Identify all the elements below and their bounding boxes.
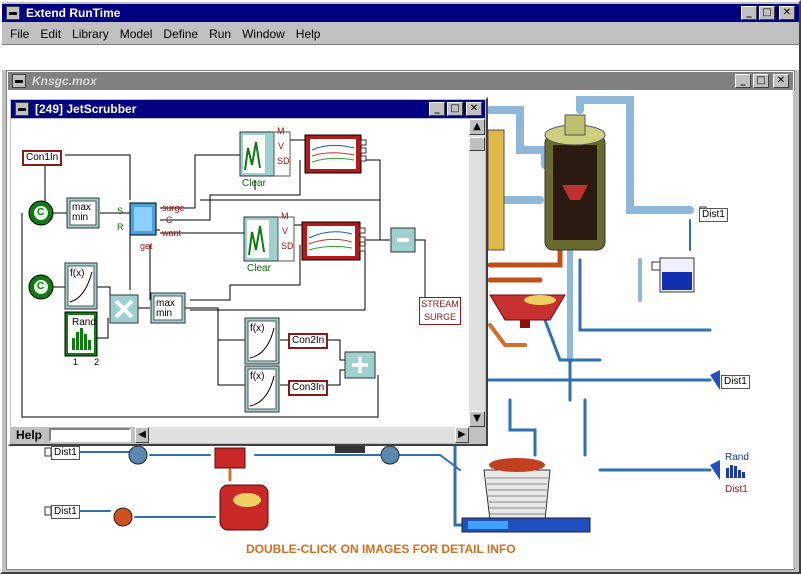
sub-minimize-icon[interactable]: _ — [429, 102, 445, 116]
port-s-label: S — [117, 206, 124, 216]
plotter-block-1[interactable] — [304, 134, 367, 174]
dist-label-right-mid[interactable]: Dist1 — [721, 375, 750, 389]
stat1-m-label: M — [277, 126, 285, 136]
add-block[interactable] — [344, 351, 376, 379]
rand-block-label: Rand — [72, 317, 96, 328]
app-title: Extend RunTime — [26, 6, 121, 20]
close-icon[interactable]: ✕ — [779, 6, 795, 20]
system-menu-icon[interactable] — [6, 6, 20, 20]
clear2-label[interactable]: Clear — [247, 263, 271, 274]
model-window-titlebar: Knsgc.mox _ □ ✕ — [8, 72, 793, 90]
menu-file[interactable]: File — [10, 27, 29, 41]
port-c-label: C — [166, 215, 173, 225]
scrubber-column-image[interactable] — [544, 114, 606, 251]
model-close-icon[interactable]: ✕ — [773, 74, 789, 88]
stat1-v-label: V — [278, 141, 285, 151]
dist-label-left-1[interactable]: Dist1 — [51, 446, 80, 460]
jetscrubber-titlebar: [249] JetScrubber _ □ ✕ — [11, 100, 485, 118]
scroll-down-icon[interactable]: ▼ — [469, 411, 485, 427]
fx2-label: f(x) — [250, 323, 265, 334]
dist-label-top-right[interactable]: Dist1 — [699, 208, 728, 222]
model-right-edge — [793, 91, 795, 568]
stat2-m-label: M — [281, 211, 289, 221]
clear1-label[interactable]: Clear — [242, 178, 266, 189]
sub-system-menu-icon[interactable] — [15, 102, 29, 116]
menu-edit[interactable]: Edit — [40, 27, 61, 41]
port-get-label: get — [140, 241, 153, 251]
stream-label: STREAM — [421, 299, 459, 309]
sub-vertical-scrollbar[interactable]: ▲ ▼ — [469, 119, 485, 427]
stream-surge-block[interactable]: STREAM SURGE — [419, 297, 461, 325]
help-text-field[interactable] — [49, 428, 131, 442]
model-window-title: Knsgc.mox — [32, 74, 97, 88]
surge-label: SURGE — [423, 312, 456, 322]
stat2-v-label: V — [282, 226, 289, 236]
dist-label-left-2[interactable]: Dist1 — [51, 505, 80, 519]
menu-define[interactable]: Define — [163, 27, 198, 41]
con2in-label[interactable]: Con2In — [288, 333, 329, 349]
model-minimize-icon[interactable]: _ — [735, 74, 751, 88]
cooling-tower-image[interactable] — [461, 458, 591, 533]
menu-help[interactable]: Help — [296, 27, 321, 41]
stat1-sd-label: SD — [277, 156, 290, 166]
menu-bar: File Edit Library Model Define Run Windo… — [2, 24, 799, 44]
maxmin2-bottom-label: min — [156, 308, 173, 319]
container-image[interactable] — [651, 257, 695, 293]
maxmin1-bottom-label: min — [72, 212, 89, 223]
footer-note: DOUBLE-CLICK ON IMAGES FOR DETAIL INFO — [246, 542, 516, 556]
stat2-sd-label: SD — [281, 241, 294, 251]
stats-block-2[interactable] — [243, 216, 295, 262]
scroll-up-icon[interactable]: ▲ — [469, 119, 485, 135]
fx3-label: f(x) — [250, 371, 265, 382]
const-c1-label: C — [37, 207, 45, 218]
rand-port2-label: 2 — [94, 357, 100, 367]
input-connector-icons — [699, 206, 720, 480]
rand-label: Rand — [725, 452, 749, 463]
minimize-icon[interactable]: _ — [741, 6, 757, 20]
port-surge-label: surge — [162, 203, 185, 213]
menu-model[interactable]: Model — [120, 27, 153, 41]
menu-run[interactable]: Run — [209, 27, 231, 41]
plotter-block-2[interactable] — [301, 221, 366, 261]
sub-status-bar: Help ◀ ▶ — [11, 427, 469, 443]
const-c2-label: C — [37, 281, 45, 292]
fx1-label: f(x) — [70, 268, 85, 279]
h-scroll-track[interactable] — [149, 427, 455, 443]
menu-window[interactable]: Window — [242, 27, 285, 41]
maximize-icon[interactable]: □ — [759, 6, 775, 20]
rand-histogram-icon[interactable] — [726, 465, 745, 478]
jetscrubber-title: [249] JetScrubber — [35, 102, 137, 116]
sub-close-icon[interactable]: ✕ — [466, 102, 482, 116]
scroll-right-icon[interactable]: ▶ — [455, 427, 469, 443]
model-system-menu-icon[interactable] — [12, 74, 26, 88]
scroll-thumb[interactable] — [469, 137, 485, 151]
rand-port1-label: 1 — [73, 357, 79, 367]
model-maximize-icon[interactable]: □ — [753, 74, 769, 88]
scroll-left-icon[interactable]: ◀ — [135, 427, 149, 443]
reactor-image[interactable] — [214, 447, 269, 531]
dist-rand-label: Dist1 — [725, 484, 748, 495]
con3in-label[interactable]: Con3In — [288, 380, 329, 396]
con1in-label[interactable]: Con1In — [22, 150, 63, 166]
switch-block[interactable] — [129, 202, 157, 236]
multiply-block[interactable] — [109, 294, 139, 324]
toolbar-area — [2, 44, 799, 70]
menu-library[interactable]: Library — [72, 27, 109, 41]
port-want-label: want — [162, 228, 182, 238]
subtract-block[interactable] — [390, 227, 416, 253]
sub-maximize-icon[interactable]: □ — [447, 102, 463, 116]
hopper-image[interactable] — [489, 294, 566, 328]
tank-image[interactable] — [487, 129, 505, 251]
app-titlebar: Extend RunTime _ □ ✕ — [2, 4, 799, 22]
help-label[interactable]: Help — [16, 428, 42, 442]
stats-block-1[interactable] — [239, 131, 291, 177]
port-r-label: R — [117, 222, 124, 232]
